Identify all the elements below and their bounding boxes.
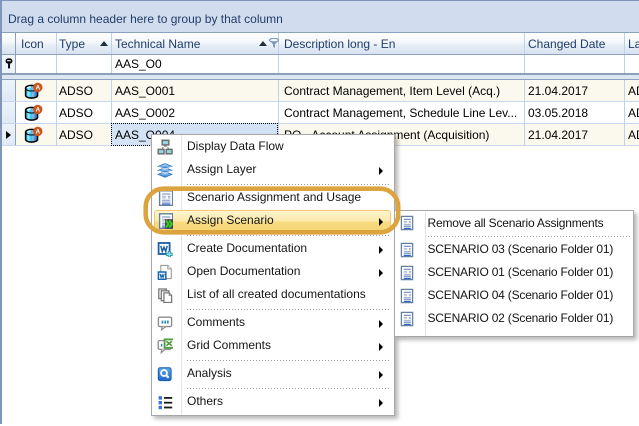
- svg-text:A: A: [36, 85, 41, 92]
- svg-text:A: A: [36, 129, 41, 136]
- svg-text:A: A: [36, 107, 41, 114]
